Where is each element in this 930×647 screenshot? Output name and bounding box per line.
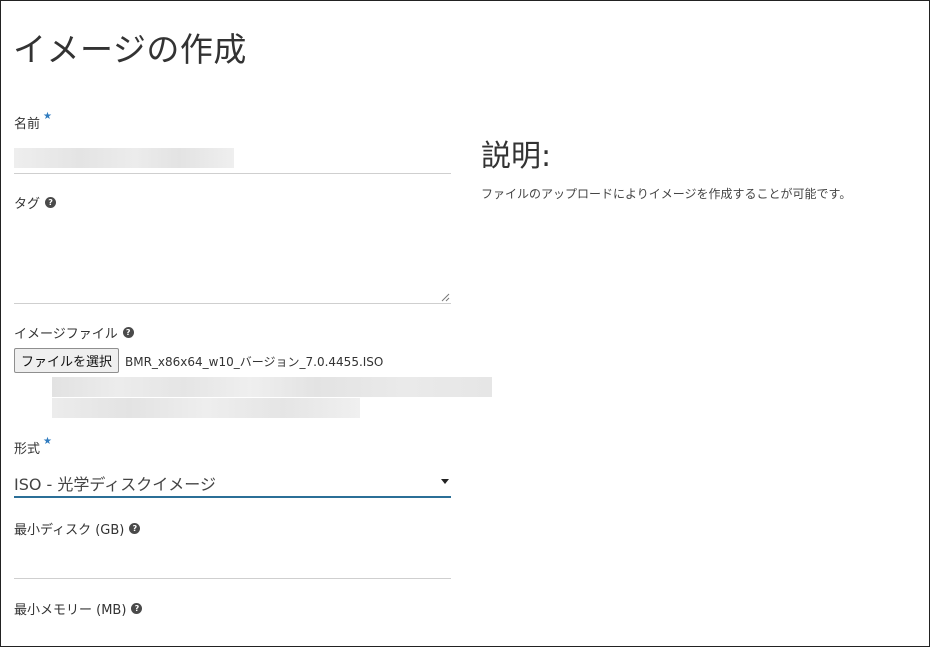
image-file-label-row: イメージファイル ? bbox=[14, 323, 134, 342]
name-label: 名前 bbox=[14, 117, 41, 132]
name-label-row: 名前 ★ bbox=[14, 111, 52, 132]
min-memory-label-row: 最小メモリー (MB) ? bbox=[14, 599, 143, 618]
tags-textarea-underline bbox=[14, 303, 451, 304]
question-circle-icon[interactable]: ? bbox=[129, 523, 141, 534]
required-star-icon: ★ bbox=[43, 111, 52, 122]
min-disk-input[interactable] bbox=[14, 545, 451, 575]
description-text: ファイルのアップロードによりイメージを作成することが可能です。 bbox=[481, 187, 852, 201]
question-circle-icon[interactable]: ? bbox=[131, 603, 143, 614]
caret-down-icon bbox=[441, 479, 449, 484]
min-memory-label: 最小メモリー (MB) bbox=[14, 603, 127, 618]
image-file-label: イメージファイル bbox=[14, 327, 118, 342]
name-input-underline bbox=[14, 173, 451, 174]
tags-label: タグ bbox=[14, 197, 41, 212]
format-select[interactable]: ISO - 光学ディスクイメージ bbox=[14, 466, 451, 498]
description-heading: 説明: bbox=[481, 139, 552, 174]
question-circle-icon[interactable]: ? bbox=[122, 327, 134, 338]
selected-file-name: BMR_x86x64_w10_バージョン_7.0.4455.ISO bbox=[125, 355, 384, 369]
tags-label-row: タグ ? bbox=[14, 193, 57, 212]
min-disk-input-underline bbox=[14, 578, 451, 579]
tags-textarea[interactable] bbox=[14, 213, 455, 307]
format-label-row: 形式 ★ bbox=[14, 436, 52, 457]
format-label: 形式 bbox=[14, 442, 41, 457]
create-image-dialog: イメージの作成 名前 ★ タグ ? イメージファイル ? ファイルを選択 BMR… bbox=[0, 0, 930, 647]
resize-grip-icon[interactable] bbox=[441, 293, 450, 302]
page-title: イメージの作成 bbox=[13, 30, 247, 69]
question-circle-icon[interactable]: ? bbox=[45, 197, 57, 208]
format-selected-value: ISO - 光学ディスクイメージ bbox=[14, 475, 216, 494]
required-star-icon: ★ bbox=[43, 436, 52, 447]
min-disk-label: 最小ディスク (GB) bbox=[14, 523, 125, 538]
choose-file-button[interactable]: ファイルを選択 bbox=[14, 348, 120, 373]
min-disk-label-row: 最小ディスク (GB) ? bbox=[14, 519, 141, 538]
